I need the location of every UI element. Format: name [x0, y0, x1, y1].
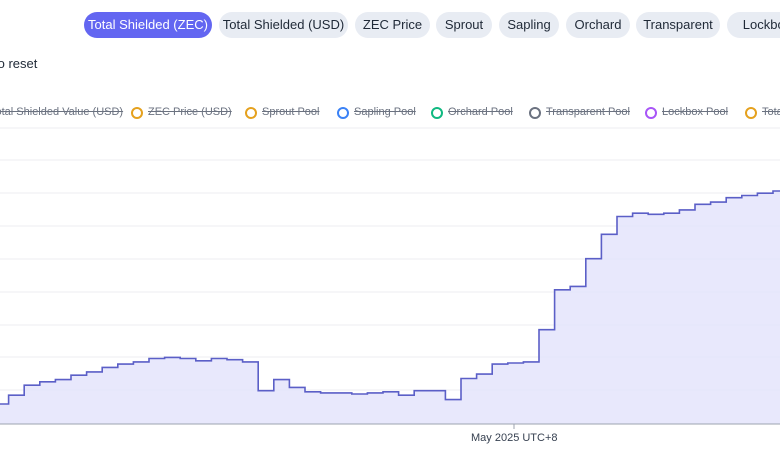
area-chart[interactable] — [0, 0, 780, 470]
x-axis-tick-label: May 2025 UTC+8 — [471, 432, 558, 444]
